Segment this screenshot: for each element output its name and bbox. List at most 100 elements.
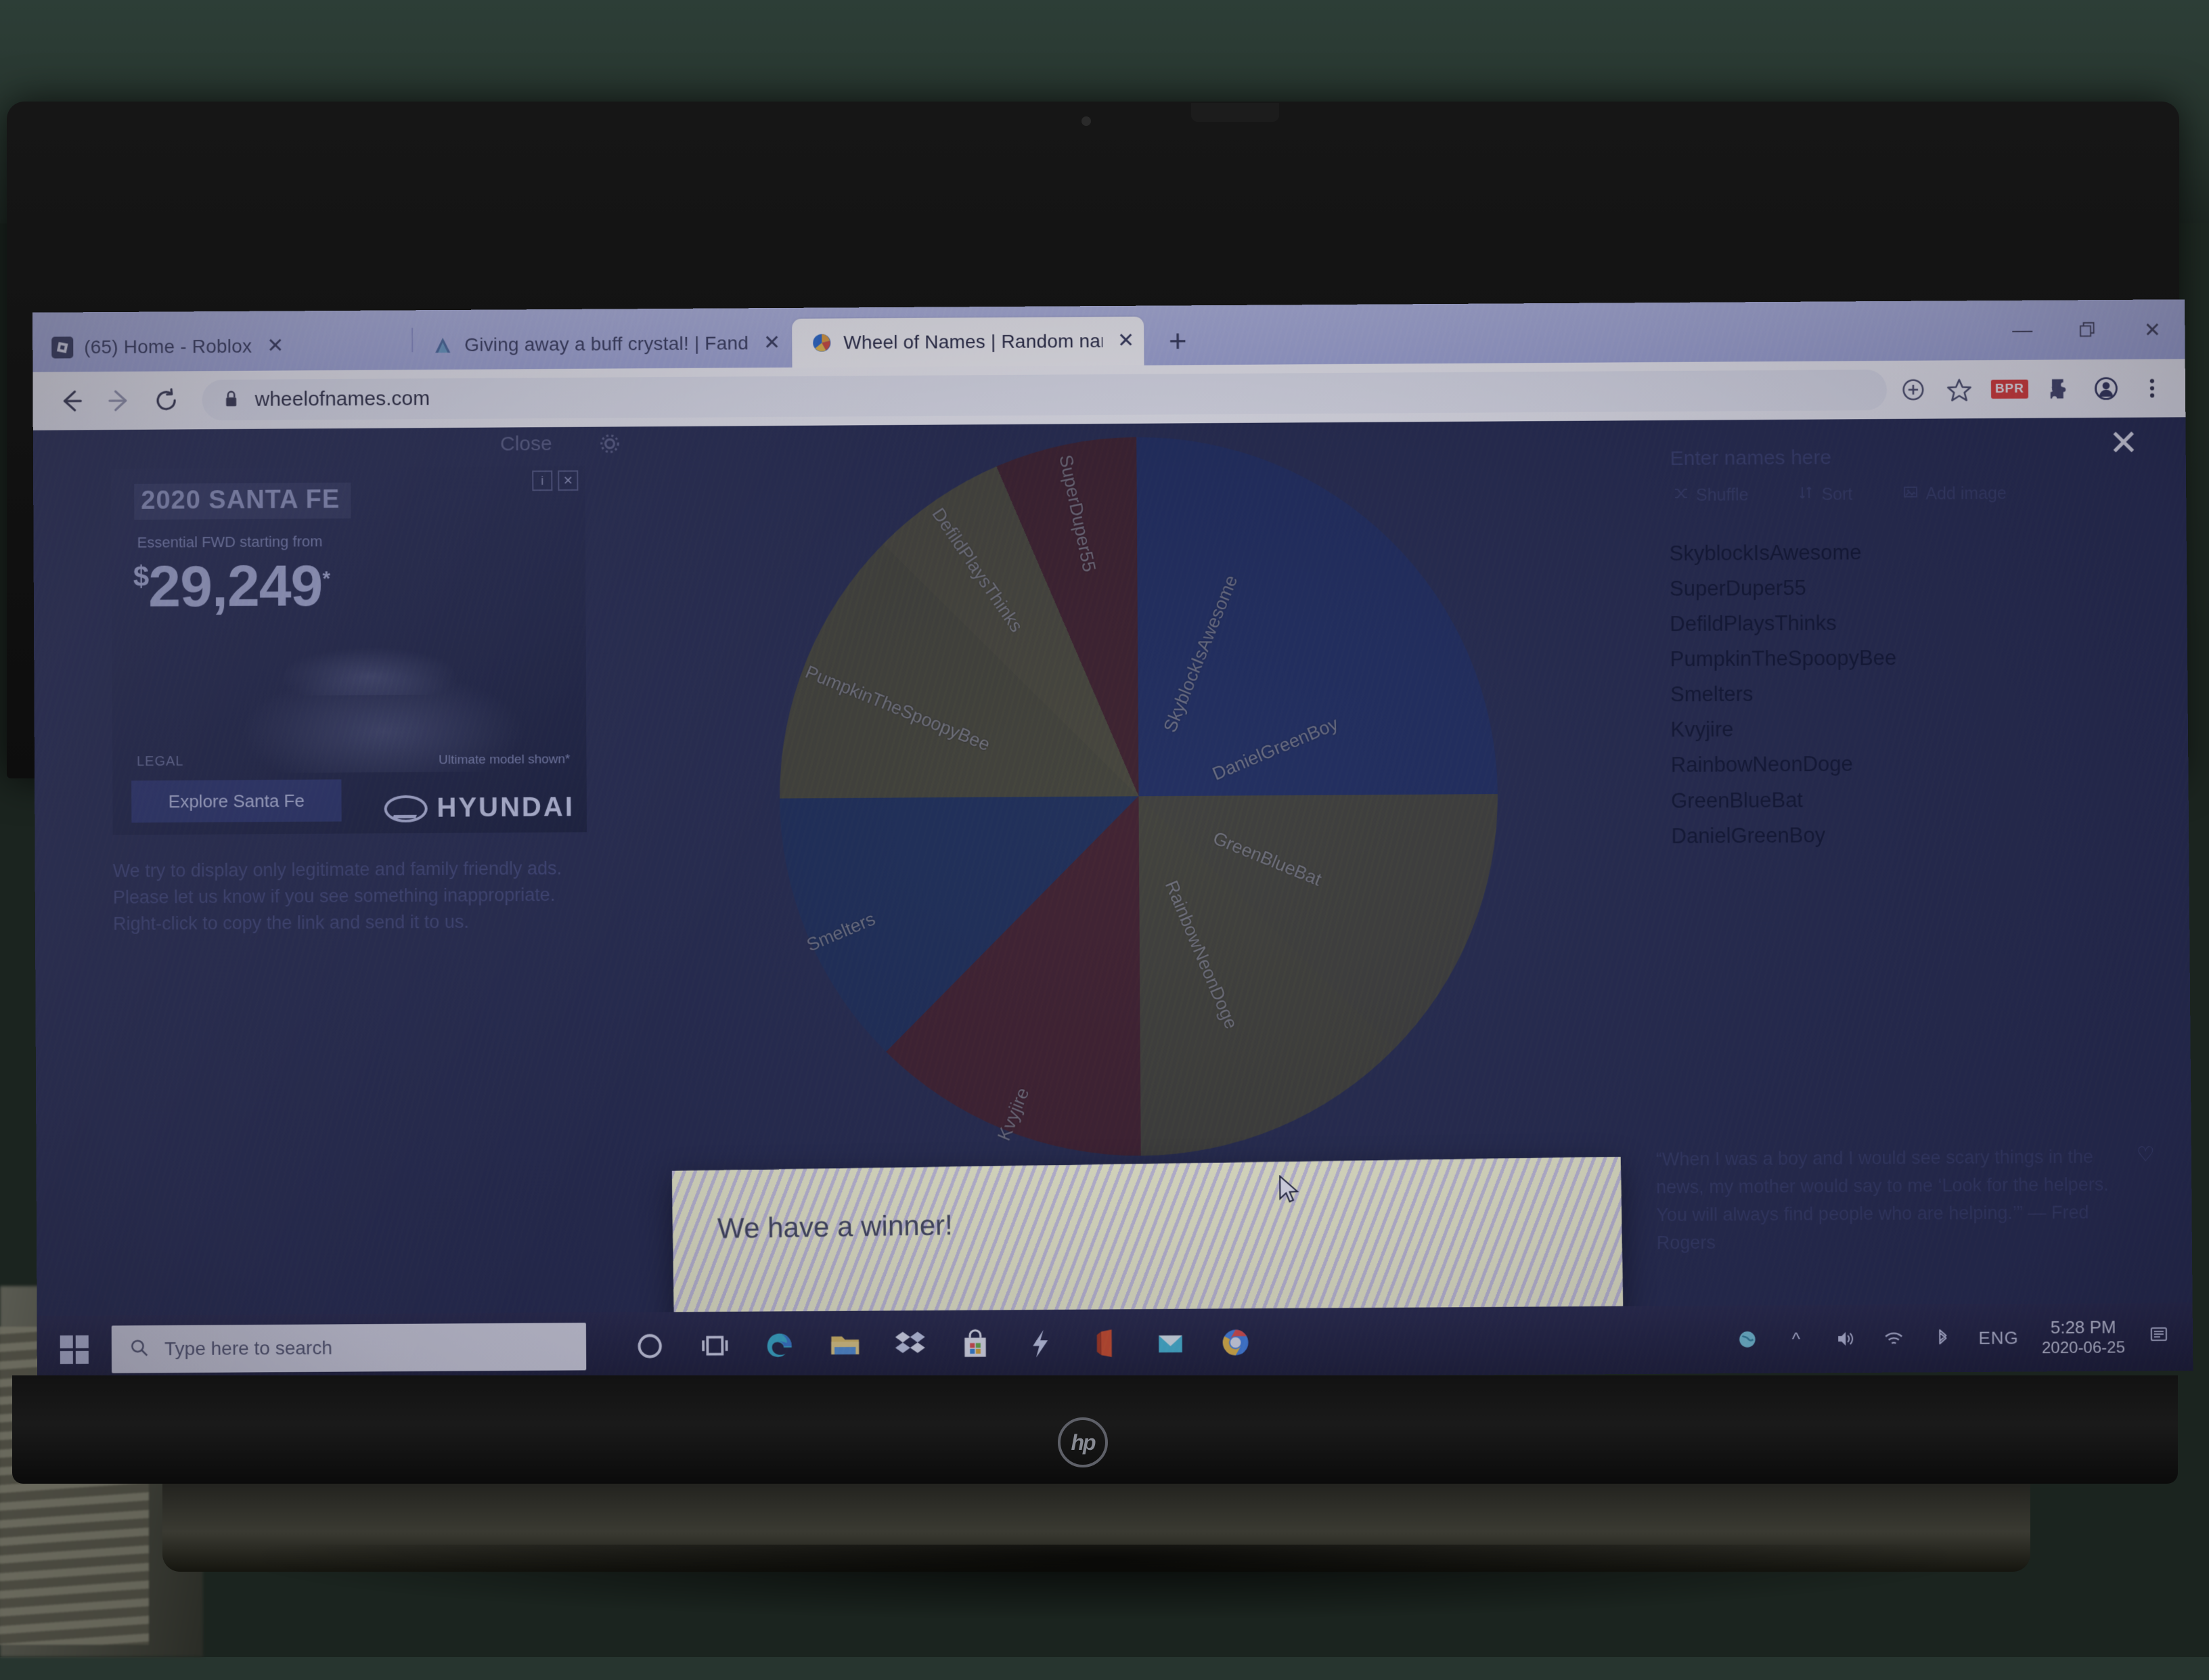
names-list[interactable]: SkyblockIsAwesomeSuperDuper55DefildPlays… [1645, 533, 2162, 854]
forward-arrow-icon[interactable] [95, 377, 142, 424]
address-bar[interactable]: wheelofnames.com [202, 370, 1887, 420]
ad-close-button[interactable]: Close [500, 433, 552, 456]
chrome-menu-icon[interactable] [2138, 374, 2166, 402]
url-text: wheelofnames.com [255, 387, 430, 412]
dialog-title: We have a winner! [717, 1209, 953, 1245]
list-item[interactable]: DefildPlaysThinks [1670, 604, 2160, 642]
clock[interactable]: 5:28 PM 2020-06-25 [2042, 1316, 2125, 1358]
shuffle-icon [1673, 485, 1689, 506]
add-image-label: Add image [1925, 484, 2007, 504]
cortana-icon[interactable] [617, 1312, 683, 1380]
tab-close-icon[interactable]: ✕ [763, 333, 780, 353]
list-item[interactable]: RainbowNeonDoge [1671, 745, 2162, 783]
list-item[interactable]: SkyblockIsAwesome [1669, 533, 2160, 572]
list-item[interactable]: PumpkinTheSpoopyBee [1670, 639, 2160, 678]
wheel-segment-label: Smelters [804, 908, 878, 956]
bookmark-star-icon[interactable] [1945, 375, 1973, 403]
quote-text: “When I was a boy and I would see scary … [1656, 1143, 2131, 1257]
ad-title: 2020 SANTA FE [134, 483, 351, 520]
add-image-button[interactable]: Add image [1902, 483, 2007, 505]
weather-icon[interactable] [1735, 1327, 1760, 1352]
search-input[interactable]: Type here to search [112, 1323, 587, 1373]
laptop-shadow [0, 1545, 2209, 1680]
tab-close-icon[interactable]: ✕ [267, 336, 284, 356]
heart-icon[interactable]: ♡ [2137, 1143, 2155, 1166]
profile-avatar-icon[interactable] [2092, 374, 2120, 403]
ad-close-icon[interactable]: ✕ [558, 470, 578, 491]
fandom-icon [432, 334, 453, 356]
extensions-puzzle-icon[interactable] [2046, 374, 2074, 403]
tab-fandom[interactable]: Giving away a buff crystal! | Fand ✕ [413, 319, 792, 370]
wheel-segment-label: RainbowNeonDoge [1161, 878, 1242, 1032]
minimize-button[interactable]: — [1990, 307, 2055, 355]
reload-icon[interactable] [142, 376, 189, 424]
tab-close-icon[interactable]: ✕ [1117, 331, 1134, 351]
clock-date: 2020-06-25 [2042, 1338, 2125, 1359]
sort-label: Sort [1821, 485, 1852, 504]
hyundai-ad[interactable]: i ✕ 2020 SANTA FE Essential FWD starting… [111, 466, 587, 835]
office-icon[interactable] [1073, 1309, 1138, 1377]
windows-taskbar: Type here to search [37, 1303, 2193, 1384]
ad-legal-label[interactable]: LEGAL [137, 754, 184, 770]
sort-button[interactable]: Sort [1798, 484, 1852, 506]
edge-icon[interactable] [747, 1311, 813, 1379]
wifi-icon[interactable] [1881, 1325, 1906, 1351]
wheel-disc[interactable]: SkyblockIsAwesomeDanielGreenBoyGreenBlue… [778, 435, 1500, 1158]
ad-column: i ✕ 2020 SANTA FE Essential FWD starting… [111, 466, 628, 937]
tab-title: Wheel of Names | Random name [843, 330, 1102, 353]
shuffle-label: Shuffle [1696, 485, 1749, 505]
windows-start-icon[interactable] [37, 1335, 112, 1365]
bluetooth-icon[interactable] [1929, 1325, 1955, 1351]
list-item[interactable]: DanielGreenBoy [1671, 816, 2162, 854]
names-panel: Enter names here Shuffle Sort [1644, 445, 2162, 854]
add-image-icon [1902, 484, 1919, 505]
wheel-segment-label: GreenBlueBat [1210, 828, 1324, 891]
window-controls: — ✕ [1990, 306, 2185, 355]
names-header: Enter names here [1670, 445, 2158, 470]
list-item[interactable]: GreenBlueBat [1671, 780, 2162, 819]
install-app-icon[interactable] [1899, 376, 1927, 404]
volume-icon[interactable] [1832, 1326, 1858, 1352]
mail-icon[interactable] [1138, 1309, 1203, 1377]
clock-time: 5:28 PM [2042, 1316, 2125, 1338]
tab-roblox[interactable]: (65) Home - Roblox ✕ [32, 321, 411, 372]
lightning-app-icon[interactable] [1008, 1310, 1073, 1378]
lid-notch [1191, 103, 1279, 122]
list-item[interactable]: Smelters [1670, 674, 2161, 713]
gear-icon[interactable] [598, 432, 621, 455]
webcam [1081, 116, 1091, 126]
back-arrow-icon[interactable] [47, 377, 95, 424]
dropbox-icon[interactable] [877, 1310, 943, 1379]
names-toolbar: Shuffle Sort Add image [1673, 483, 2159, 506]
restore-button[interactable] [2055, 307, 2120, 355]
laptop-screen: (65) Home - Roblox ✕ Giving away a buff … [32, 299, 2193, 1384]
wheel-segment-label: DanielGreenBoy [1209, 713, 1341, 785]
close-button[interactable]: ✕ [2120, 306, 2185, 354]
laptop-base: hp [0, 1375, 2209, 1657]
taskbar-apps [617, 1308, 1268, 1380]
task-view-icon[interactable] [682, 1312, 748, 1380]
new-tab-button[interactable]: + [1156, 319, 1199, 362]
microsoft-store-icon[interactable] [943, 1310, 1008, 1378]
list-item[interactable]: Kvyjire [1670, 709, 2161, 748]
system-tray: ^ ENG 5:28 PM 2020-06-25 [1735, 1315, 2193, 1361]
language-indicator[interactable]: ENG [1978, 1327, 2019, 1348]
chrome-icon[interactable] [1203, 1308, 1268, 1377]
ad-info-icon[interactable]: i [532, 470, 552, 491]
ad-subtitle: Essential FWD starting from [137, 533, 323, 552]
show-hidden-icons-icon[interactable]: ^ [1783, 1326, 1809, 1352]
ad-price: $29,249* [133, 552, 330, 621]
list-item[interactable]: SuperDuper55 [1670, 569, 2160, 607]
ad-cta-button[interactable]: Explore Santa Fe [131, 779, 342, 822]
ad-currency: $ [133, 560, 149, 592]
lock-icon [221, 388, 242, 412]
wheel-segment-label: Kvyjire [994, 1085, 1033, 1144]
adblock-extension-icon[interactable]: BPR [1991, 380, 2028, 399]
tab-wheel-of-names[interactable]: Wheel of Names | Random name ✕ [792, 317, 1144, 368]
file-explorer-icon[interactable] [812, 1310, 878, 1379]
shuffle-button[interactable]: Shuffle [1673, 485, 1749, 506]
ad-price-asterisk: * [322, 568, 330, 590]
sort-icon [1798, 485, 1814, 506]
action-center-icon[interactable] [2148, 1323, 2170, 1350]
name-wheel[interactable]: SkyblockIsAwesomeDanielGreenBoyGreenBlue… [778, 435, 1555, 1212]
